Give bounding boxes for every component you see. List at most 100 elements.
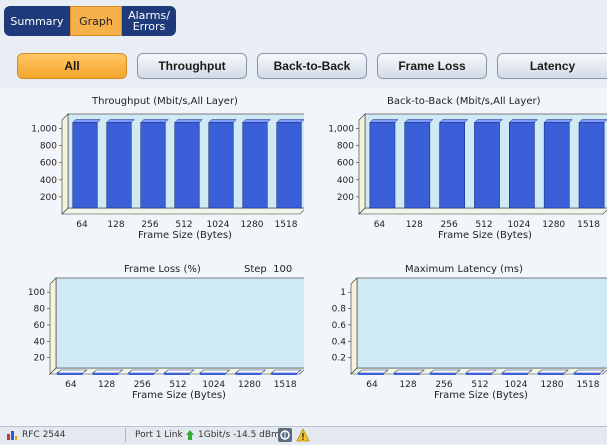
max-latency-xaxis-title: Frame Size (Bytes) [434, 390, 528, 401]
max-latency-bar [429, 369, 461, 374]
throughput-bar-top [242, 119, 271, 123]
warning-icon[interactable] [296, 428, 310, 445]
throughput-xtick-label: 256 [141, 220, 158, 230]
view-tabbar: Summary Graph Alarms/ Errors [0, 0, 607, 40]
throughput-bar [276, 122, 302, 209]
max-latency-ytick-label: 0.8 [332, 305, 347, 315]
max-latency-bar-base [538, 373, 564, 375]
throughput-bar [208, 122, 234, 209]
max-latency-bar-base [358, 373, 384, 375]
back-to-back-bar-top [473, 119, 504, 123]
back-to-back-xtick-label: 64 [374, 220, 386, 230]
throughput-xtick-label: 1024 [207, 220, 230, 230]
filter-latency-label: Latency [529, 59, 576, 73]
back-to-back-bar [474, 122, 500, 209]
max-latency-xtick-label: 1280 [541, 380, 564, 390]
tab-summary[interactable]: Summary [4, 6, 70, 36]
frame-loss-bar [91, 369, 124, 374]
tab-alarms-errors[interactable]: Alarms/ Errors [122, 6, 176, 36]
max-latency-bar-base [394, 373, 420, 375]
test-icon [6, 429, 18, 444]
back-to-back-bar-top [508, 119, 539, 123]
frame-loss-bar [270, 369, 302, 374]
throughput-side-wall [61, 113, 69, 215]
back-to-back-chart-svg: 200 400 600 800 1,000 64 128 256 512 1024 1280 1518… [328, 113, 607, 241]
filter-back-to-back-label: Back-to-Back [273, 59, 351, 73]
frame-loss-bar [127, 369, 160, 374]
throughput-xtick-label: 128 [107, 220, 124, 230]
back-to-back-bar-top [578, 119, 607, 123]
max-latency-ytick-label: 0.6 [332, 321, 347, 331]
throughput-chart-svg: 200 400 600 800 1,000 64 128 256 512 1024 1280 1518… [31, 113, 307, 241]
frame-loss-bar [56, 369, 88, 374]
max-latency-ytick-label: 0.2 [332, 354, 346, 364]
throughput-xtick-label: 64 [76, 220, 88, 230]
frame-loss-xtick-label: 64 [65, 380, 77, 390]
throughput-chart: Throughput (Mbit/s,All Layer) 200 400 600 8… [4, 92, 307, 252]
status-bar: RFC 2544 Port 1 Link 1Gbit/s -14.5 dBm [0, 426, 607, 444]
link-up-arrow-icon [185, 429, 195, 444]
frame-loss-ytick-label: 100 [28, 288, 45, 298]
frame-loss-xtick-label: 1518 [274, 380, 297, 390]
filter-back-to-back-button[interactable]: Back-to-Back [257, 53, 367, 79]
frame-loss-plot-area [55, 277, 307, 369]
throughput-bar [140, 122, 166, 209]
back-to-back-xtick-label: 1024 [507, 220, 530, 230]
tab-graph-label: Graph [79, 14, 113, 28]
throughput-xtick-label: 512 [175, 220, 192, 230]
max-latency-plot-area [356, 277, 607, 369]
filter-all-button[interactable]: All [17, 53, 127, 79]
step-value: 100 [273, 264, 293, 275]
throughput-bar-top [208, 119, 237, 123]
throughput-ytick-label: 400 [40, 176, 57, 186]
back-to-back-bar [509, 122, 535, 209]
max-latency-xtick-label: 64 [366, 380, 378, 390]
throughput-ytick-label: 200 [40, 193, 57, 203]
frame-loss-ytick-label: 60 [34, 321, 46, 331]
back-to-back-bar [543, 122, 570, 209]
back-to-back-bar-top [369, 119, 399, 123]
back-to-back-xtick-label: 1518 [577, 220, 600, 230]
frame-loss-bar [198, 369, 231, 374]
throughput-bar-top [140, 119, 169, 123]
frame-loss-bar-base [92, 373, 119, 375]
back-to-back-bar-top [543, 119, 573, 123]
back-to-back-chart-title: Back-to-Back (Mbit/s,All Layer) [387, 96, 541, 107]
back-to-back-bar [578, 122, 605, 209]
throughput-bar [174, 122, 200, 209]
back-to-back-ytick-label: 400 [337, 176, 354, 186]
status-divider [125, 428, 126, 442]
frame-loss-chart-svg: 20 40 60 80 100 64 128 256 512 1024 1280 1518 Frame … [28, 277, 307, 401]
max-latency-bar-base [502, 373, 528, 375]
frame-loss-side-wall [49, 277, 57, 375]
max-latency-side-wall [350, 277, 358, 375]
max-latency-ytick-label: 0.4 [332, 337, 347, 347]
back-to-back-bar [404, 122, 431, 209]
max-latency-bar [573, 369, 605, 374]
frame-loss-xtick-label: 1280 [238, 380, 261, 390]
back-to-back-xtick-label: 256 [441, 220, 458, 230]
filter-latency-button[interactable]: Latency [497, 53, 607, 79]
max-latency-xtick-label: 1518 [577, 380, 600, 390]
filter-throughput-button[interactable]: Throughput [137, 53, 247, 79]
max-latency-bar [537, 369, 569, 374]
max-latency-chart-title: Maximum Latency (ms) [405, 264, 523, 275]
throughput-bar-top [106, 119, 135, 123]
frame-loss-chart-title: Frame Loss (%) [124, 264, 201, 275]
frame-loss-bar-base [57, 373, 83, 375]
frame-loss-ytick-label: 80 [34, 305, 46, 315]
filter-frame-loss-button[interactable]: Frame Loss [377, 53, 487, 79]
max-latency-bar [501, 369, 533, 374]
frame-loss-xaxis-title: Frame Size (Bytes) [132, 390, 226, 401]
tab-alarms-errors-label: Alarms/ Errors [128, 9, 170, 33]
throughput-bar [106, 122, 132, 209]
back-to-back-xtick-label: 128 [406, 220, 423, 230]
max-latency-chart-svg: 0.2 0.4 0.6 0.8 1 64 128 256 512 1024 1280 1518 Fram… [332, 277, 607, 401]
back-to-back-side-wall [358, 113, 366, 215]
tab-graph[interactable]: Graph [70, 6, 122, 36]
max-latency-bar [357, 369, 389, 374]
throughput-xtick-label: 1280 [241, 220, 264, 230]
back-to-back-bar-top [404, 119, 434, 123]
back-to-back-xtick-label: 512 [475, 220, 492, 230]
throughput-chart-title: Throughput (Mbit/s,All Layer) [92, 96, 238, 107]
